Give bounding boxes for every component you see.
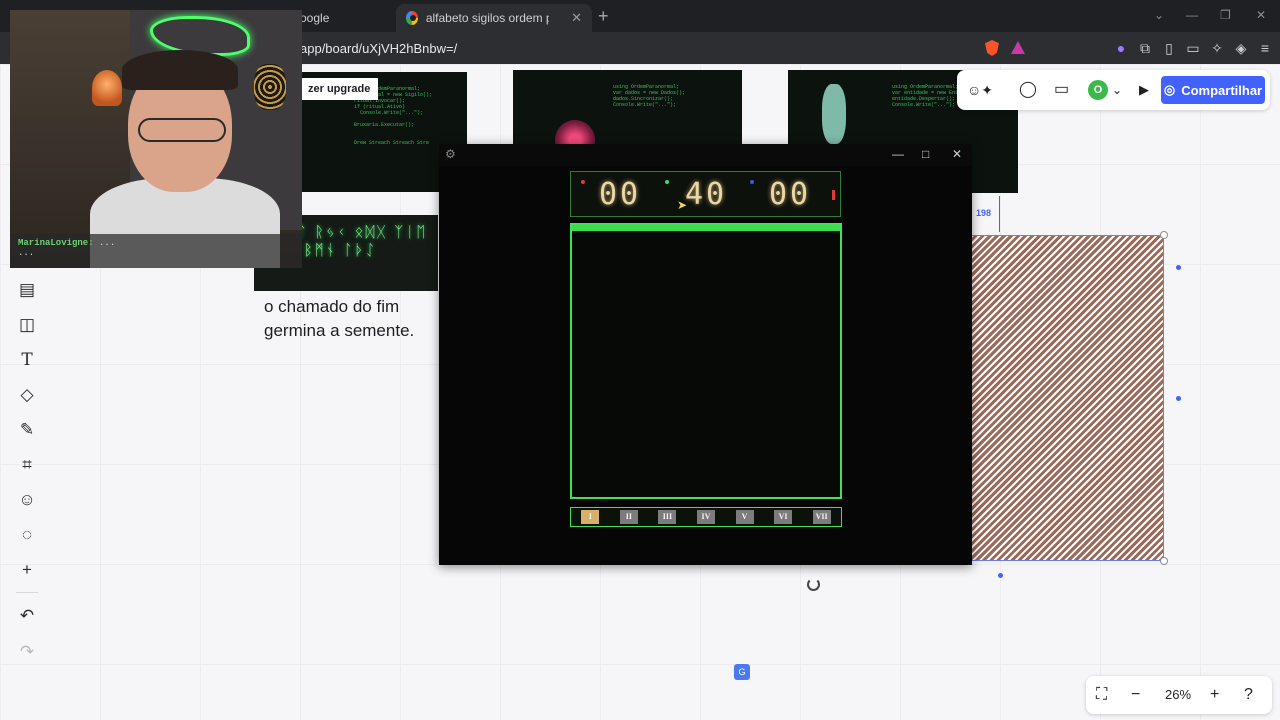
minimize-icon[interactable]: — xyxy=(892,147,904,161)
timer-left-digits: 00 xyxy=(599,177,642,212)
left-toolbar: ▤ ◫ T ◇ ✎ ⌗ ☺ ◌ + ↶ ↷ xyxy=(8,272,46,672)
webcam-overlay xyxy=(10,10,302,268)
wall-art-graphic xyxy=(254,64,286,110)
close-icon[interactable]: ✕ xyxy=(952,147,962,161)
new-tab-icon[interactable]: + xyxy=(598,6,609,27)
caption-line: o chamado do fim xyxy=(264,297,400,316)
dimension-label: 198 xyxy=(976,208,992,218)
templates-icon[interactable]: ▤ xyxy=(17,280,37,300)
minimize-icon[interactable]: — xyxy=(1186,8,1198,22)
board-image-orb[interactable]: using OrdemParanormal; var dados = new D… xyxy=(513,70,742,150)
add-icon[interactable]: + xyxy=(17,560,37,580)
ai-sparkle-icon[interactable]: ✧ xyxy=(1209,40,1225,56)
menu-icon[interactable]: ≡ xyxy=(1257,40,1273,56)
brave-rewards-icon[interactable] xyxy=(1011,41,1025,54)
address-bar[interactable]: app/board/uXjVH2hBnbw=/ xyxy=(300,41,457,56)
timer-right-digits: 00 xyxy=(769,177,812,212)
upgrade-button[interactable]: zer upgrade xyxy=(300,78,379,100)
timer-center-digits: 40 xyxy=(685,177,728,212)
screen-header-bar xyxy=(572,225,840,231)
zoom-controls: ⛶ − 26% + ? xyxy=(1086,676,1272,714)
board-caption[interactable]: o chamado do fim germina a semente. xyxy=(264,295,414,343)
roman-numeral-buttons: I II III IV V VI VII xyxy=(570,507,842,527)
game-screen[interactable] xyxy=(570,223,842,499)
fit-to-screen-icon[interactable]: ⛶ xyxy=(1096,685,1107,705)
button-I[interactable]: I xyxy=(581,510,600,524)
chat-username: MarinaLovigne: xyxy=(18,238,94,248)
tab-title: alfabeto sigilos ordem paranormal - Pesq… xyxy=(425,11,549,25)
stickers-icon[interactable]: ☺ xyxy=(17,490,37,510)
comment-icon[interactable]: ◌ xyxy=(17,525,37,545)
figure-graphic xyxy=(822,84,846,144)
chat-text: ... xyxy=(99,238,116,248)
app-icon: ⚙ xyxy=(445,147,456,161)
leo-icon[interactable]: ● xyxy=(1113,40,1129,56)
close-tab-icon[interactable]: ✕ xyxy=(571,10,582,26)
chevron-down-icon[interactable]: ⌄ xyxy=(1154,8,1164,22)
mouse-cursor-icon: ➤ xyxy=(677,198,688,212)
connector-dot[interactable] xyxy=(1176,265,1181,270)
translate-icon[interactable]: G xyxy=(734,664,750,680)
restore-icon[interactable]: ❐ xyxy=(1220,8,1231,22)
button-IV[interactable]: IV xyxy=(696,510,715,524)
share-button[interactable]: ◎ Compartilhar xyxy=(1161,76,1265,104)
sticky-note-icon[interactable]: ◫ xyxy=(17,315,37,335)
button-VI[interactable]: VI xyxy=(774,510,793,524)
help-icon[interactable]: ? xyxy=(1244,685,1253,705)
stream-chat-message: MarinaLovigne: ... ... xyxy=(10,234,302,268)
dimension-line xyxy=(999,196,1000,232)
green-led xyxy=(665,180,669,184)
chevron-down-icon[interactable]: ⌄ xyxy=(1112,80,1122,100)
undo-icon[interactable]: ↶ xyxy=(17,606,37,626)
button-VII[interactable]: VII xyxy=(812,510,831,524)
connector-dot[interactable] xyxy=(1176,396,1181,401)
close-window-icon[interactable]: ✕ xyxy=(1256,8,1266,22)
resize-handle[interactable] xyxy=(1160,557,1168,565)
tab-search[interactable]: alfabeto sigilos ordem paranormal - Pesq… xyxy=(396,4,592,32)
button-III[interactable]: III xyxy=(658,510,677,524)
red-indicator xyxy=(832,190,835,200)
game-window[interactable]: ⚙ — □ ✕ 00 40 00 I II III IV V VI VII ➤ xyxy=(439,144,972,565)
sidebar-icon[interactable]: ▯ xyxy=(1161,40,1177,56)
code-graphic: using OrdemParanormal; var dados = new D… xyxy=(613,84,686,108)
collaboration-toolbar: ☺✦ ◯ ▭ O ⌄ ▶ ◎ Compartilhar xyxy=(957,70,1270,110)
extensions-icon[interactable]: ⧉ xyxy=(1137,40,1153,56)
pen-icon[interactable]: ✎ xyxy=(17,420,37,440)
frame-icon[interactable]: ⌗ xyxy=(17,455,37,475)
game-titlebar[interactable]: ⚙ — □ ✕ xyxy=(439,144,972,166)
text-icon[interactable]: T xyxy=(17,350,37,370)
chat-icon[interactable]: ◯ xyxy=(1019,80,1037,100)
redo-icon[interactable]: ↷ xyxy=(17,642,37,662)
glasses-graphic xyxy=(138,118,226,142)
red-led xyxy=(581,180,585,184)
hatched-shape[interactable] xyxy=(965,235,1164,561)
connector-dot[interactable] xyxy=(998,573,1003,578)
tab-title: oogle xyxy=(300,11,330,25)
play-icon[interactable]: ▶ xyxy=(1139,80,1149,100)
shapes-icon[interactable]: ◇ xyxy=(17,385,37,405)
button-V[interactable]: V xyxy=(735,510,754,524)
countdown-timer: 00 40 00 xyxy=(570,171,841,217)
reactions-icon[interactable]: ☺✦ xyxy=(967,80,993,100)
share-label: Compartilhar xyxy=(1181,82,1263,98)
loading-spinner-icon xyxy=(807,578,820,591)
caption-line: germina a semente. xyxy=(264,321,415,340)
avatar[interactable]: O xyxy=(1088,80,1108,100)
vpn-icon[interactable]: ◈ xyxy=(1233,40,1249,56)
toolbar-divider xyxy=(16,592,38,593)
button-II[interactable]: II xyxy=(619,510,638,524)
resize-handle[interactable] xyxy=(1160,231,1168,239)
google-icon xyxy=(406,11,418,25)
wallet-icon[interactable]: ▭ xyxy=(1185,40,1201,56)
zoom-level[interactable]: 26% xyxy=(1165,687,1191,702)
globe-icon: ◎ xyxy=(1163,82,1176,97)
video-icon[interactable]: ▭ xyxy=(1054,80,1069,100)
zoom-in-icon[interactable]: + xyxy=(1210,685,1219,705)
blue-led xyxy=(750,180,754,184)
zoom-out-icon[interactable]: − xyxy=(1131,685,1140,705)
person-hair xyxy=(122,50,238,90)
lamp-graphic xyxy=(92,70,122,106)
chat-continuation: ... xyxy=(18,248,35,258)
maximize-icon[interactable]: □ xyxy=(922,147,929,161)
